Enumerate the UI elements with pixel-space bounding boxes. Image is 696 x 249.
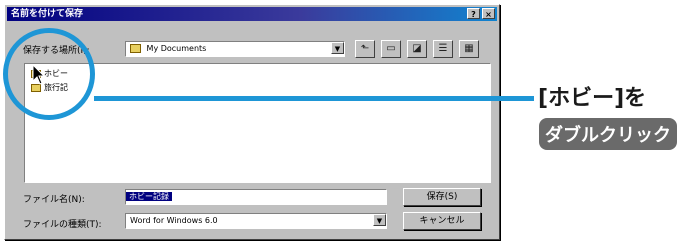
up-folder-icon[interactable]: ⬑	[355, 40, 375, 58]
chevron-down-icon[interactable]: ▼	[373, 214, 386, 226]
mouse-pointer-icon	[32, 64, 46, 85]
highlight-circle	[3, 28, 95, 120]
folder-icon	[130, 44, 141, 53]
close-button[interactable]: ×	[482, 8, 495, 19]
callout-leader-line	[94, 96, 534, 101]
new-folder-icon[interactable]: ◪	[407, 40, 427, 58]
callout-bracket-close: ]	[614, 86, 625, 111]
save-in-dropdown[interactable]: My Documents ▼	[125, 41, 345, 57]
save-in-value: My Documents	[146, 44, 207, 53]
help-button[interactable]: ?	[467, 8, 480, 19]
filename-input[interactable]: ホビー記録	[125, 189, 387, 205]
filetype-label: ファイルの種類(T):	[23, 220, 102, 230]
list-view-icon[interactable]: ☰	[433, 40, 453, 58]
callout-particle: を	[624, 86, 647, 111]
filetype-dropdown[interactable]: Word for Windows 6.0 ▼	[125, 213, 387, 229]
dialog-titlebar: 名前を付けて保存 ? ×	[7, 7, 497, 21]
filename-label: ファイル名(N):	[23, 195, 85, 205]
callout-target-word: ホビー	[548, 86, 615, 111]
filetype-value: Word for Windows 6.0	[130, 216, 218, 225]
callout-action-badge: ダブルクリック	[539, 118, 677, 150]
dialog-title: 名前を付けて保存	[11, 9, 84, 19]
cancel-button[interactable]: キャンセル	[403, 212, 481, 230]
filename-value: ホビー記録	[126, 192, 172, 201]
details-view-icon[interactable]: ▦	[459, 40, 479, 58]
callout-bracket-open: [	[538, 86, 549, 111]
save-button[interactable]: 保存(S)	[403, 188, 481, 206]
chevron-down-icon[interactable]: ▼	[331, 42, 344, 54]
callout-instruction: [ホビー]を	[538, 80, 646, 112]
desktop-icon[interactable]: ▭	[381, 40, 401, 58]
